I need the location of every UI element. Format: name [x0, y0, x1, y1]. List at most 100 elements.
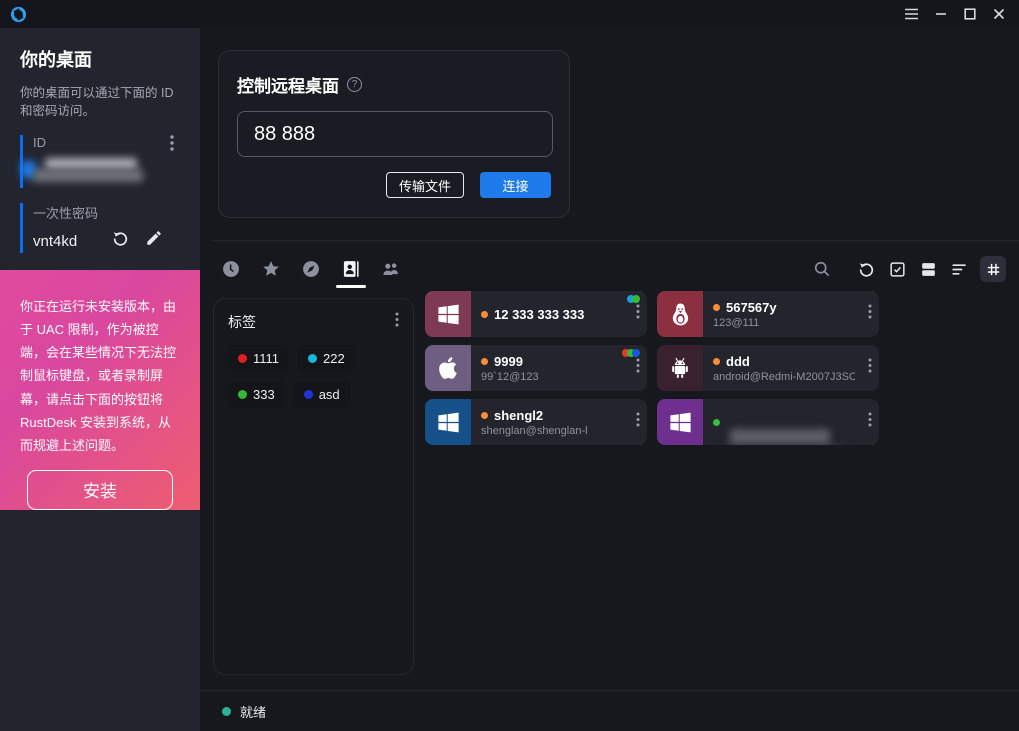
- peer-card[interactable]: [657, 399, 879, 445]
- tags-title: 标签: [228, 312, 256, 332]
- connect-button[interactable]: 连接: [480, 172, 551, 198]
- connection-status-label: 就绪: [240, 702, 266, 721]
- id-menu-dots-icon[interactable]: [170, 135, 174, 156]
- peer-subtitle: android@Redmi-M2007J3SC: [713, 371, 855, 383]
- tag-chip-333[interactable]: 333: [228, 381, 285, 408]
- tag-chip-222[interactable]: 222: [298, 345, 355, 372]
- tag-color-dot: [308, 354, 317, 363]
- tab-address-book[interactable]: [341, 259, 361, 279]
- peer-tab-bar: [221, 246, 1006, 292]
- peer-tag-dots: [625, 349, 640, 357]
- help-icon[interactable]: ?: [347, 77, 362, 92]
- id-label: ID: [33, 135, 180, 150]
- tag-chip-1111[interactable]: 1111: [228, 345, 289, 372]
- group-icon: [381, 259, 401, 279]
- peer-subtitle: 99`12@123: [481, 371, 623, 383]
- main-area: 控制远程桌面 ? 传输文件 连接: [200, 28, 1019, 731]
- sidebar: 你的桌面 你的桌面可以通过下面的 ID 和密码访问。 ID 一次性密码 vnt4…: [0, 28, 200, 731]
- grid-view-icon[interactable]: [980, 256, 1006, 282]
- edit-password-icon[interactable]: [145, 229, 163, 253]
- peer-toolbar: [812, 256, 1006, 282]
- refresh-icon[interactable]: [856, 259, 876, 279]
- install-notice-text: 你正在运行未安装版本，由于 UAC 限制，作为被控端，会在某些情况下无法控制鼠标…: [20, 295, 180, 457]
- transfer-file-button[interactable]: 传输文件: [386, 172, 464, 198]
- card-view-icon[interactable]: [918, 259, 938, 279]
- tabbar-divider: [213, 240, 1019, 241]
- address-book-icon: [341, 259, 361, 279]
- select-icon[interactable]: [887, 259, 907, 279]
- peer-status-dot: [481, 412, 488, 419]
- linux-icon: [657, 291, 703, 337]
- peer-tag-dots: [630, 295, 640, 303]
- title-bar: [0, 0, 1019, 28]
- apple-icon: [425, 345, 471, 391]
- peer-name: 9999: [494, 354, 523, 369]
- peer-card[interactable]: 9999 99`12@123: [425, 345, 647, 391]
- tag-color-dot: [238, 354, 247, 363]
- peer-status-dot: [481, 358, 488, 365]
- peer-status-dot: [713, 304, 720, 311]
- windows-icon: [425, 291, 471, 337]
- tab-groups[interactable]: [381, 259, 401, 279]
- peer-menu-dots-icon[interactable]: [868, 412, 872, 432]
- active-tab-underline: [336, 285, 366, 288]
- peer-card[interactable]: shengl2 shenglan@shenglan-l: [425, 399, 647, 445]
- peer-menu-dots-icon[interactable]: [868, 304, 872, 324]
- peer-subtitle: shenglan@shenglan-l: [481, 425, 623, 437]
- star-icon: [261, 259, 281, 279]
- menu-icon[interactable]: [897, 0, 926, 28]
- tags-menu-dots-icon[interactable]: [395, 312, 399, 332]
- minimize-icon[interactable]: [926, 0, 955, 28]
- tag-chip-list: 1111 222 333 asd: [228, 345, 399, 408]
- peer-name: shengl2: [494, 408, 543, 423]
- connect-card-title: 控制远程桌面: [237, 72, 339, 97]
- compass-icon: [301, 259, 321, 279]
- peer-card[interactable]: 567567y 123@111: [657, 291, 879, 337]
- clock-icon: [221, 259, 241, 279]
- peer-grid: 12 333 333 333: [425, 291, 879, 445]
- connect-remote-card: 控制远程桌面 ? 传输文件 连接: [218, 50, 570, 218]
- remote-id-input[interactable]: [237, 111, 553, 157]
- peer-menu-dots-icon[interactable]: [868, 358, 872, 378]
- tags-panel: 标签 1111 222 333: [213, 298, 414, 675]
- censored-id-value: [33, 156, 180, 188]
- tag-chip-asd[interactable]: asd: [294, 381, 350, 408]
- peer-name: 567567y: [726, 300, 777, 315]
- peer-menu-dots-icon[interactable]: [636, 412, 640, 432]
- rustdesk-window: 你的桌面 你的桌面可以通过下面的 ID 和密码访问。 ID 一次性密码 vnt4…: [0, 0, 1019, 731]
- tab-recent-sessions[interactable]: [221, 259, 241, 279]
- install-button[interactable]: 安装: [27, 470, 173, 510]
- peer-subtitle: 123@111: [713, 317, 855, 329]
- peer-card[interactable]: 12 333 333 333: [425, 291, 647, 337]
- maximize-icon[interactable]: [955, 0, 984, 28]
- id-section: ID: [20, 135, 180, 188]
- tag-color-dot: [304, 390, 313, 399]
- refresh-password-icon[interactable]: [111, 229, 130, 253]
- password-section: 一次性密码 vnt4kd: [20, 203, 180, 253]
- window-controls: [897, 0, 1013, 28]
- close-icon[interactable]: [984, 0, 1013, 28]
- windows-icon: [425, 399, 471, 445]
- connection-status-dot: [222, 707, 231, 716]
- tab-discovered[interactable]: [301, 259, 321, 279]
- peer-menu-dots-icon[interactable]: [636, 358, 640, 378]
- tab-favorites[interactable]: [261, 259, 281, 279]
- peer-menu-dots-icon[interactable]: [636, 304, 640, 324]
- peer-card[interactable]: ddd android@Redmi-M2007J3SC: [657, 345, 879, 391]
- peer-status-dot: [713, 358, 720, 365]
- tag-color-dot: [238, 390, 247, 399]
- peer-name: 12 333 333 333: [494, 307, 584, 322]
- android-icon: [657, 345, 703, 391]
- peer-name: ddd: [726, 354, 750, 369]
- status-bar: 就绪: [200, 690, 1019, 731]
- one-time-password-value: vnt4kd: [33, 233, 77, 250]
- windows-icon: [657, 399, 703, 445]
- sort-icon[interactable]: [949, 259, 969, 279]
- sidebar-title: 你的桌面: [20, 46, 180, 72]
- rustdesk-logo: [10, 6, 27, 23]
- sidebar-description: 你的桌面可以通过下面的 ID 和密码访问。: [20, 84, 182, 120]
- peer-status-dot: [481, 311, 488, 318]
- peer-status-dot: [713, 419, 720, 426]
- search-icon[interactable]: [812, 259, 832, 279]
- install-notice-panel: 你正在运行未安装版本，由于 UAC 限制，作为被控端，会在某些情况下无法控制鼠标…: [0, 270, 200, 510]
